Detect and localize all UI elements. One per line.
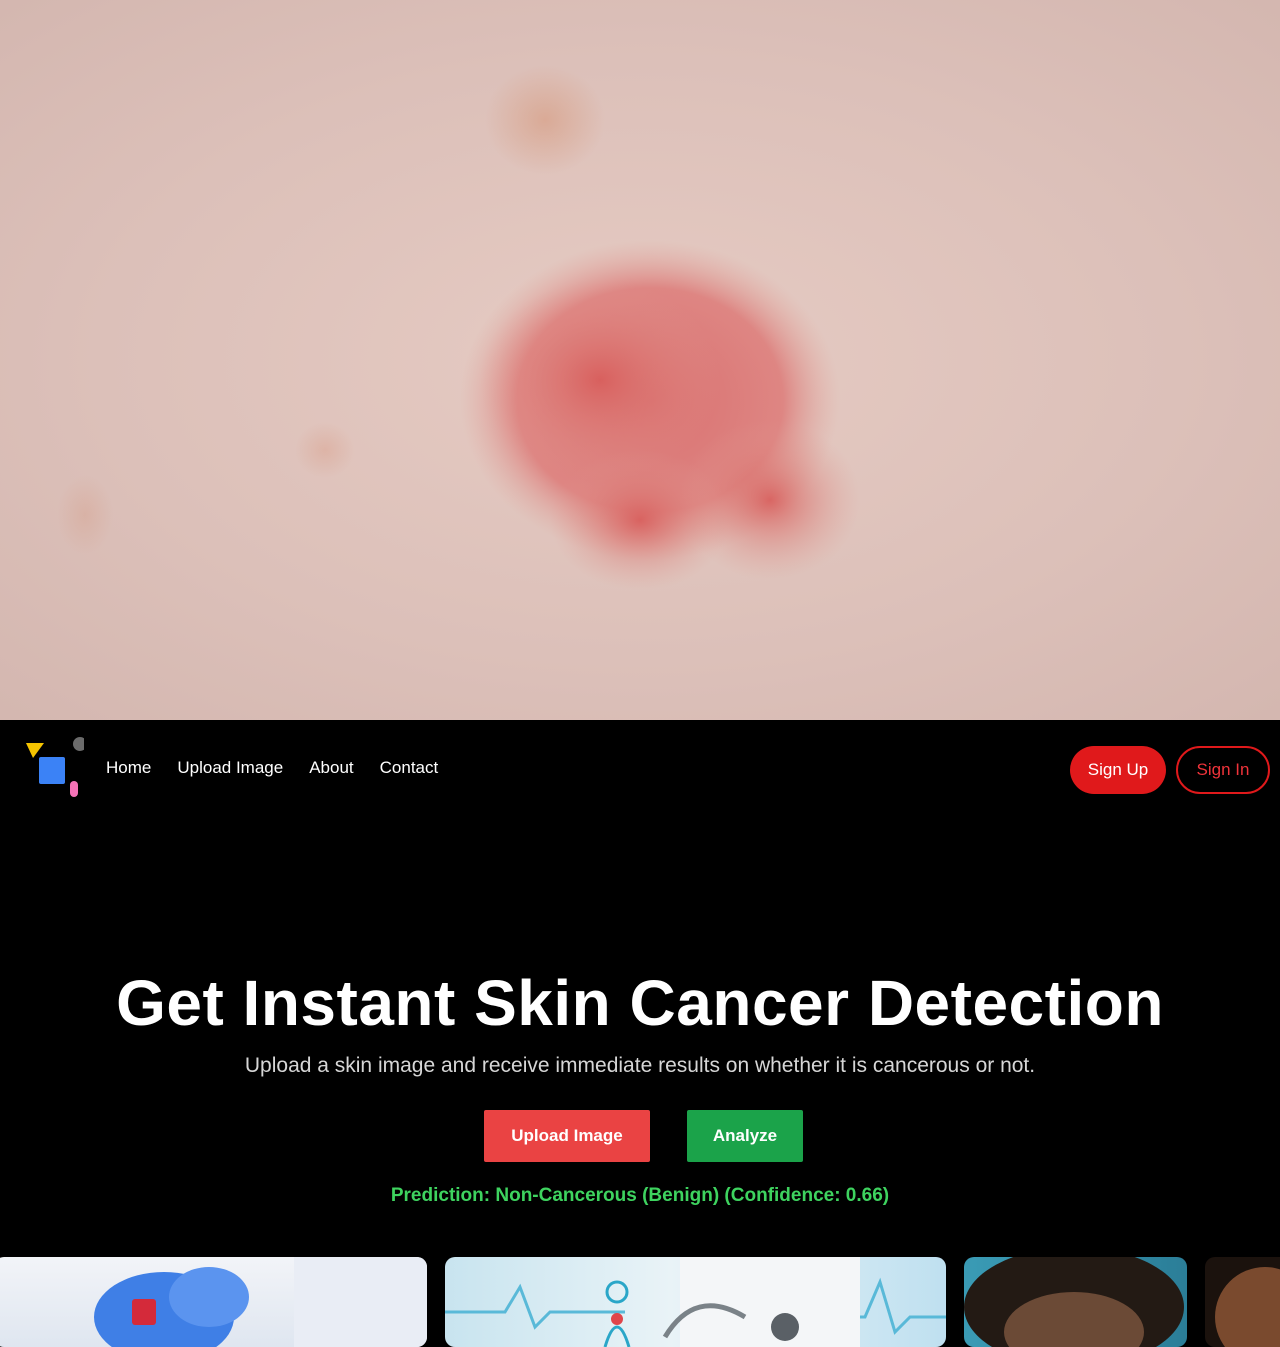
sign-in-button[interactable]: Sign In (1176, 746, 1270, 794)
page-subtitle: Upload a skin image and receive immediat… (244, 1054, 1036, 1077)
nav-links: Home Upload Image About Contact (106, 758, 438, 778)
nav-link-home[interactable]: Home (106, 758, 151, 778)
page-title: Get Instant Skin Cancer Detection (116, 967, 1164, 1039)
carousel-image-medical-diagnostics[interactable] (445, 1257, 946, 1347)
carousel-image-partial[interactable] (1205, 1257, 1280, 1347)
carousel-image-lab-gloves[interactable] (0, 1257, 427, 1347)
carousel-image-person[interactable] (964, 1257, 1187, 1347)
uploaded-skin-image (0, 0, 1280, 720)
upload-image-button[interactable]: Upload Image (484, 1110, 650, 1162)
nav-link-contact[interactable]: Contact (380, 758, 439, 778)
analyze-button[interactable]: Analyze (687, 1110, 803, 1162)
shapes-logo-icon[interactable] (24, 736, 87, 800)
sign-up-button[interactable]: Sign Up (1070, 746, 1166, 794)
nav-link-upload-image[interactable]: Upload Image (177, 758, 283, 778)
prediction-result: Prediction: Non-Cancerous (Benign) (Conf… (390, 1185, 890, 1206)
nav-link-about[interactable]: About (309, 758, 353, 778)
